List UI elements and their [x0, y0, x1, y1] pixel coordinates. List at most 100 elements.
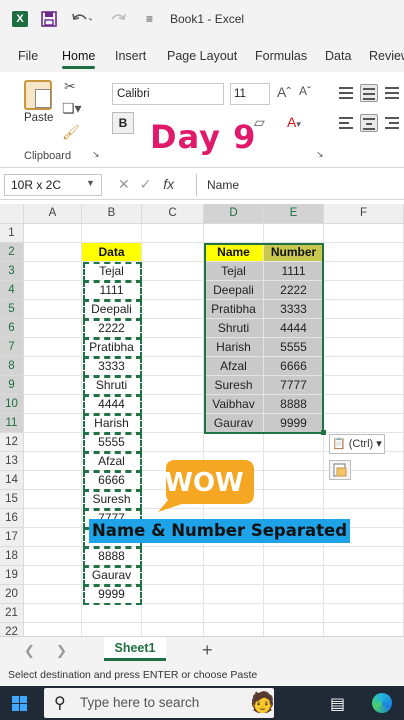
number-header-cell[interactable]: Number: [264, 243, 324, 262]
redo-icon[interactable]: [108, 10, 130, 32]
cell[interactable]: [264, 604, 324, 623]
paste-button-label[interactable]: Paste: [24, 112, 53, 124]
data-cell[interactable]: Afzal: [82, 452, 142, 471]
font-size-select[interactable]: 11: [230, 83, 270, 105]
cell[interactable]: [324, 566, 404, 585]
number-cell[interactable]: 8888: [264, 395, 324, 414]
row-header-13[interactable]: 13: [0, 452, 24, 471]
cell[interactable]: [324, 319, 404, 338]
cell[interactable]: [142, 262, 204, 281]
align-center-icon[interactable]: [360, 114, 378, 132]
insert-function-icon[interactable]: fx: [163, 176, 174, 192]
row-header-6[interactable]: 6: [0, 319, 24, 338]
cell[interactable]: [24, 357, 82, 376]
cell[interactable]: [24, 243, 82, 262]
name-cell[interactable]: Deepali: [204, 281, 264, 300]
data-cell[interactable]: Harish: [82, 414, 142, 433]
cell[interactable]: [204, 604, 264, 623]
cell[interactable]: [204, 566, 264, 585]
cell[interactable]: [264, 224, 324, 243]
decrease-font-icon[interactable]: Aˇ: [299, 84, 311, 98]
cell[interactable]: [264, 452, 324, 471]
copy-icon[interactable]: ❏▾: [62, 100, 82, 117]
data-header-cell[interactable]: Data: [82, 243, 142, 262]
column-header-d[interactable]: D: [204, 204, 264, 224]
cell[interactable]: [324, 376, 404, 395]
cell[interactable]: [24, 604, 82, 623]
row-header-1[interactable]: 1: [0, 224, 24, 243]
row-header-17[interactable]: 17: [0, 528, 24, 547]
cell[interactable]: [264, 547, 324, 566]
row-header-18[interactable]: 18: [0, 547, 24, 566]
cell[interactable]: [324, 262, 404, 281]
cell[interactable]: [24, 471, 82, 490]
tab-data[interactable]: Data: [325, 49, 351, 63]
cell[interactable]: [142, 585, 204, 604]
name-cell[interactable]: Harish: [204, 338, 264, 357]
align-top-icon[interactable]: [337, 84, 355, 102]
data-cell[interactable]: Tejal: [82, 262, 142, 281]
name-cell[interactable]: Suresh: [204, 376, 264, 395]
cell[interactable]: [24, 281, 82, 300]
chevron-left-icon[interactable]: ❮: [24, 643, 35, 659]
cell[interactable]: [324, 224, 404, 243]
cell[interactable]: [142, 604, 204, 623]
number-cell[interactable]: 3333: [264, 300, 324, 319]
row-header-2[interactable]: 2: [0, 243, 24, 262]
number-cell[interactable]: 5555: [264, 338, 324, 357]
cell[interactable]: [324, 357, 404, 376]
tab-review[interactable]: Review: [369, 49, 404, 63]
data-cell[interactable]: Gaurav: [82, 566, 142, 585]
column-header-a[interactable]: A: [24, 204, 82, 224]
cell[interactable]: [142, 395, 204, 414]
number-cell[interactable]: 4444: [264, 319, 324, 338]
row-header-11[interactable]: 11: [0, 414, 24, 433]
row-header-15[interactable]: 15: [0, 490, 24, 509]
row-header-21[interactable]: 21: [0, 604, 24, 623]
formula-input[interactable]: Name: [196, 174, 404, 196]
number-cell[interactable]: 6666: [264, 357, 324, 376]
cancel-icon[interactable]: ✕: [118, 176, 130, 192]
cell[interactable]: [324, 243, 404, 262]
bold-button[interactable]: B: [112, 112, 134, 134]
cell[interactable]: [142, 357, 204, 376]
cell[interactable]: [24, 395, 82, 414]
data-cell[interactable]: Suresh: [82, 490, 142, 509]
worksheet-grid[interactable]: A B C D E F 1 2 3 4 5 6 7 8 9 10 11 12 13 14 15 16 17 18 19 20 21 2…: [0, 204, 404, 642]
cell[interactable]: [324, 547, 404, 566]
cell[interactable]: [24, 585, 82, 604]
data-cell[interactable]: 2222: [82, 319, 142, 338]
dialog-launcher-icon[interactable]: ↘: [92, 149, 100, 160]
chevron-down-icon[interactable]: ▼: [86, 178, 95, 188]
row-header-14[interactable]: 14: [0, 471, 24, 490]
paste-icon[interactable]: [24, 80, 52, 110]
data-cell[interactable]: 3333: [82, 357, 142, 376]
cell[interactable]: [82, 604, 142, 623]
tab-page-layout[interactable]: Page Layout: [167, 49, 237, 63]
cell[interactable]: [324, 281, 404, 300]
cell[interactable]: [324, 414, 404, 433]
cell[interactable]: [142, 281, 204, 300]
cell[interactable]: [324, 585, 404, 604]
cell[interactable]: [24, 509, 82, 528]
paste-options-button[interactable]: 📋 (Ctrl) ▾: [329, 434, 385, 454]
cell[interactable]: [142, 338, 204, 357]
cell[interactable]: [324, 490, 404, 509]
number-cell[interactable]: 9999: [264, 414, 324, 433]
align-left-icon[interactable]: [337, 114, 355, 132]
cell[interactable]: [264, 566, 324, 585]
cell[interactable]: [24, 433, 82, 452]
cell[interactable]: [204, 224, 264, 243]
cell[interactable]: [142, 376, 204, 395]
paste-option-icon[interactable]: [329, 460, 351, 480]
task-view-icon[interactable]: ▤: [330, 694, 345, 714]
cell[interactable]: [142, 224, 204, 243]
cell[interactable]: [324, 338, 404, 357]
cell[interactable]: [264, 433, 324, 452]
cell[interactable]: [24, 224, 82, 243]
cell[interactable]: [24, 547, 82, 566]
cell[interactable]: [24, 414, 82, 433]
cell[interactable]: [204, 433, 264, 452]
row-header-16[interactable]: 16: [0, 509, 24, 528]
cell[interactable]: [264, 490, 324, 509]
